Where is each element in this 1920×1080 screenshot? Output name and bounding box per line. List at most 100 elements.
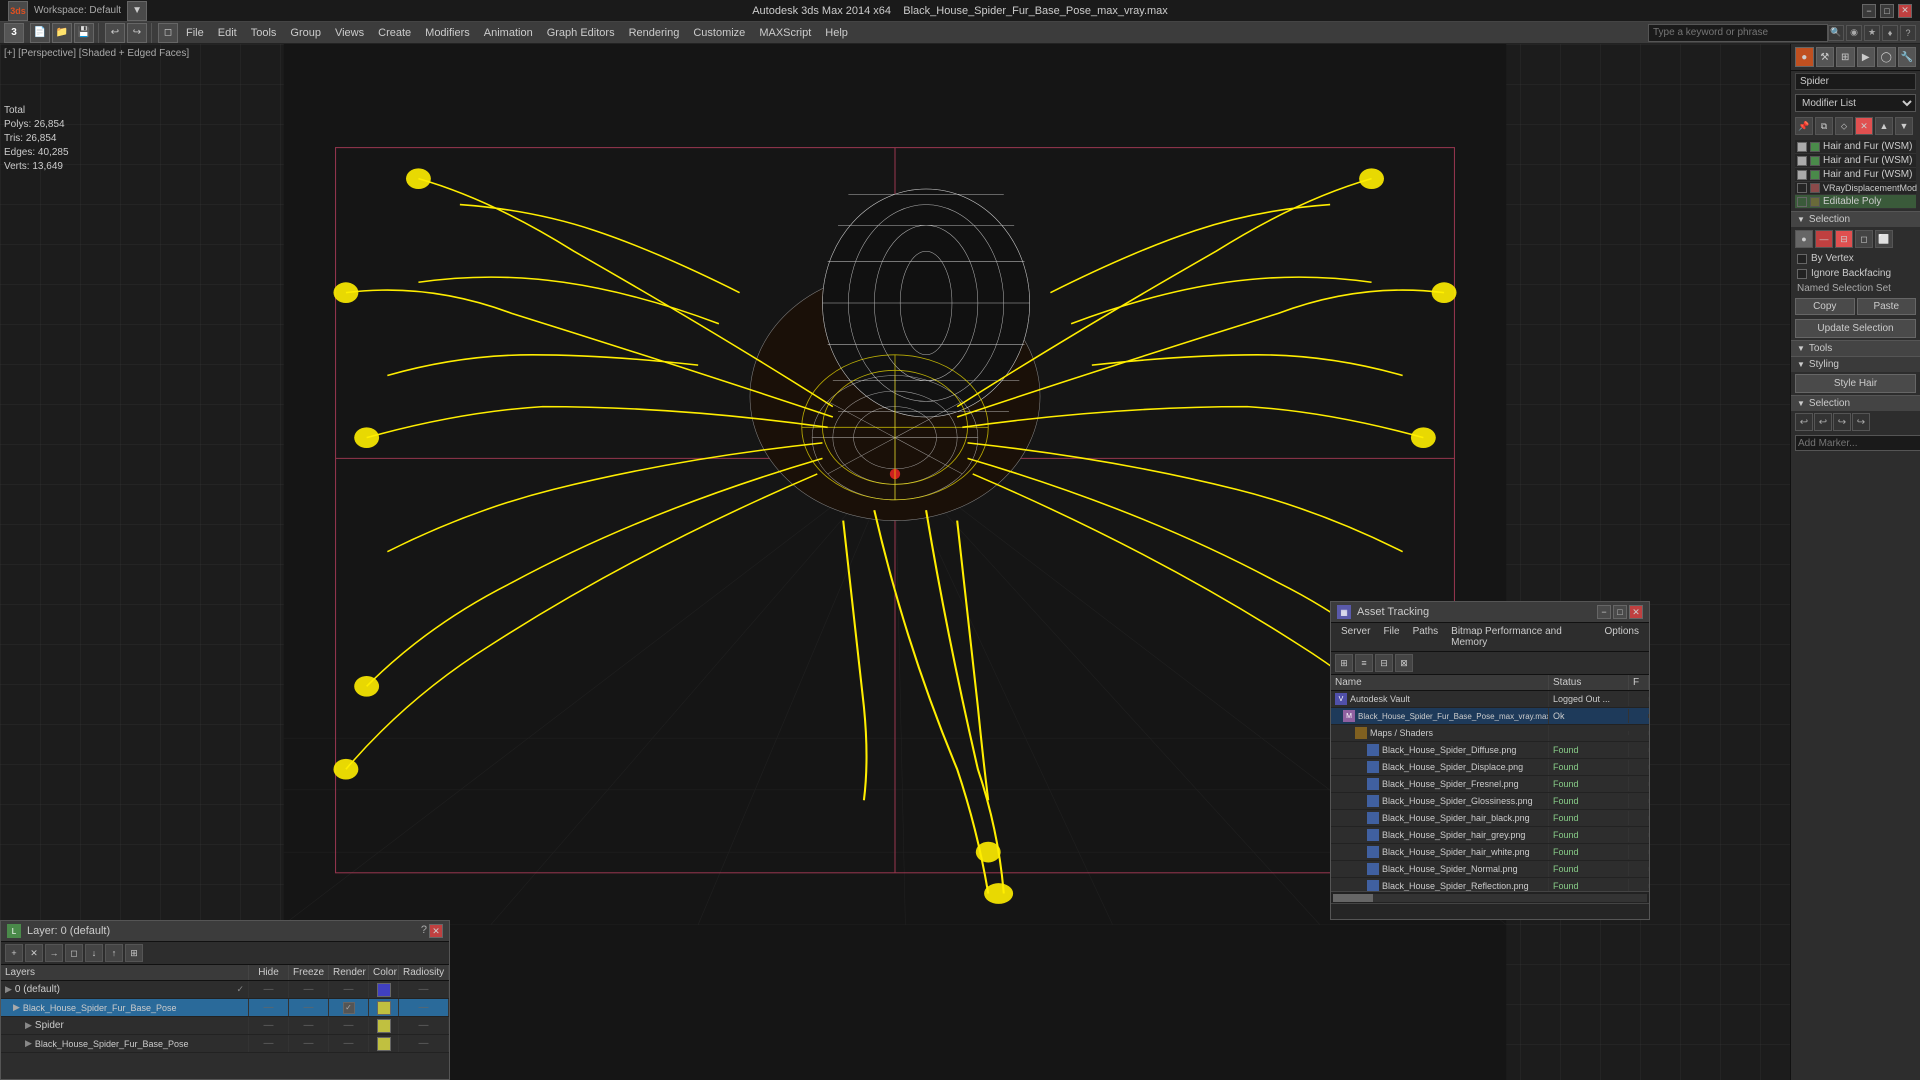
at-row-fresnel[interactable]: Black_House_Spider_Fresnel.png Found bbox=[1331, 776, 1649, 793]
lp-row-default[interactable]: ▶ 0 (default) ✓ — — — — bbox=[1, 981, 449, 999]
modifier-item-0[interactable]: Hair and Fur (WSM) bbox=[1795, 140, 1916, 154]
rp-style-hair-btn[interactable]: Style Hair bbox=[1795, 374, 1916, 393]
lp-select-layer[interactable]: ◻ bbox=[65, 944, 83, 962]
rp-tab-create[interactable]: ● bbox=[1795, 47, 1814, 67]
menu-create[interactable]: Create bbox=[372, 25, 417, 41]
menu-modifiers[interactable]: Modifiers bbox=[419, 25, 476, 41]
at-menu-file[interactable]: File bbox=[1377, 625, 1405, 649]
lp-parent-layer[interactable]: ↑ bbox=[105, 944, 123, 962]
lp-help-btn[interactable]: ? bbox=[421, 924, 427, 938]
at-row-displace[interactable]: Black_House_Spider_Displace.png Found bbox=[1331, 759, 1649, 776]
at-tool4[interactable]: ⊠ bbox=[1395, 654, 1413, 672]
workspace-dropdown[interactable]: ▼ bbox=[127, 1, 147, 21]
modifier-item-4[interactable]: Editable Poly bbox=[1795, 195, 1916, 209]
lp-row-spider-fur2[interactable]: ▶ Black_House_Spider_Fur_Base_Pose — — —… bbox=[1, 1035, 449, 1053]
rp-styling-header[interactable]: ▼ Styling bbox=[1791, 356, 1920, 372]
modifier-cb-4[interactable] bbox=[1797, 197, 1807, 207]
sel-icon-2[interactable]: ↩ bbox=[1814, 413, 1832, 431]
search-option1[interactable]: ◉ bbox=[1846, 25, 1862, 41]
search-input[interactable] bbox=[1648, 24, 1828, 42]
menu-views[interactable]: Views bbox=[329, 25, 370, 41]
rp-selection2-header[interactable]: ▼ Selection bbox=[1791, 395, 1920, 411]
modifier-cb-0[interactable] bbox=[1797, 142, 1807, 152]
select-mode-btn[interactable]: ◻ bbox=[158, 23, 178, 43]
mod-copy-btn[interactable]: ⧉ bbox=[1815, 117, 1833, 135]
by-vertex-cb[interactable] bbox=[1797, 254, 1807, 264]
at-row-diffuse[interactable]: Black_House_Spider_Diffuse.png Found bbox=[1331, 742, 1649, 759]
modifier-item-3[interactable]: VRayDisplacementMod bbox=[1795, 182, 1916, 195]
rp-tab-modify[interactable]: ⚒ bbox=[1816, 47, 1835, 67]
rp-tab-hierarchy[interactable]: ⊞ bbox=[1836, 47, 1855, 67]
menu-edit[interactable]: Edit bbox=[212, 25, 243, 41]
sel-dot-btn[interactable]: ● bbox=[1795, 230, 1813, 248]
mod-pin-btn[interactable]: 📌 bbox=[1795, 117, 1813, 135]
search-option4[interactable]: ? bbox=[1900, 25, 1916, 41]
open-btn[interactable]: 📁 bbox=[52, 23, 72, 43]
layer2-color[interactable] bbox=[377, 1019, 391, 1033]
at-scrollbar[interactable] bbox=[1331, 891, 1649, 903]
at-row-maps[interactable]: Maps / Shaders bbox=[1331, 725, 1649, 742]
rp-paste-btn[interactable]: Paste bbox=[1857, 298, 1917, 315]
mod-move-up-btn[interactable]: ▲ bbox=[1875, 117, 1893, 135]
lp-expand-all[interactable]: ⊞ bbox=[125, 944, 143, 962]
rp-tab-utilities[interactable]: 🔧 bbox=[1898, 47, 1917, 67]
save-btn[interactable]: 💾 bbox=[74, 23, 94, 43]
maximize-btn[interactable]: □ bbox=[1880, 4, 1894, 18]
lp-row-spider[interactable]: ▶ Spider — — — — bbox=[1, 1017, 449, 1035]
lp-new-layer[interactable]: + bbox=[5, 944, 23, 962]
viewport[interactable]: [+] [Perspective] [Shaded + Edged Faces]… bbox=[0, 44, 1790, 1080]
sel-icon-4[interactable]: ↪ bbox=[1852, 413, 1870, 431]
close-btn[interactable]: ✕ bbox=[1898, 4, 1912, 18]
menu-group[interactable]: Group bbox=[284, 25, 327, 41]
rp-modifier-dropdown[interactable]: Modifier List bbox=[1795, 94, 1916, 112]
at-tool1[interactable]: ⊞ bbox=[1335, 654, 1353, 672]
rp-copy-btn[interactable]: Copy bbox=[1795, 298, 1855, 315]
rp-update-selection-btn[interactable]: Update Selection bbox=[1795, 319, 1916, 338]
at-scroll-thumb[interactable] bbox=[1333, 894, 1373, 902]
at-row-maxfile[interactable]: M Black_House_Spider_Fur_Base_Pose_max_v… bbox=[1331, 708, 1649, 725]
menu-tools[interactable]: Tools bbox=[245, 25, 283, 41]
mod-paste-btn[interactable]: ⬦ bbox=[1835, 117, 1853, 135]
at-row-vault[interactable]: V Autodesk Vault Logged Out ... bbox=[1331, 691, 1649, 708]
redo-btn[interactable]: ↪ bbox=[127, 23, 147, 43]
layer0-color[interactable] bbox=[377, 983, 391, 997]
at-tool3[interactable]: ⊟ bbox=[1375, 654, 1393, 672]
sel-elem-btn[interactable]: ⬜ bbox=[1875, 230, 1893, 248]
at-restore-btn[interactable]: □ bbox=[1613, 605, 1627, 619]
at-close-btn[interactable]: ✕ bbox=[1629, 605, 1643, 619]
rp-marker-input[interactable] bbox=[1795, 435, 1920, 451]
mod-delete-btn[interactable]: ✕ bbox=[1855, 117, 1873, 135]
lp-close-btn[interactable]: ✕ bbox=[429, 924, 443, 938]
rp-selection-header[interactable]: ▼ Selection bbox=[1791, 211, 1920, 227]
lp-add-to-layer[interactable]: → bbox=[45, 944, 63, 962]
minimize-btn[interactable]: − bbox=[1862, 4, 1876, 18]
lp-child-layer[interactable]: ↓ bbox=[85, 944, 103, 962]
lp-delete-layer[interactable]: ✕ bbox=[25, 944, 43, 962]
menu-maxscript[interactable]: MAXScript bbox=[753, 25, 817, 41]
at-row-gloss[interactable]: Black_House_Spider_Glossiness.png Found bbox=[1331, 793, 1649, 810]
undo-btn[interactable]: ↩ bbox=[105, 23, 125, 43]
modifier-cb-3[interactable] bbox=[1797, 183, 1807, 193]
at-row-reflection[interactable]: Black_House_Spider_Reflection.png Found bbox=[1331, 878, 1649, 891]
modifier-cb-2[interactable] bbox=[1797, 170, 1807, 180]
sel-edge2-btn[interactable]: ⊟ bbox=[1835, 230, 1853, 248]
mod-move-down-btn[interactable]: ▼ bbox=[1895, 117, 1913, 135]
menu-file[interactable]: File bbox=[180, 25, 210, 41]
lp-row-spider-fur[interactable]: ▶ Black_House_Spider_Fur_Base_Pose — — ✓… bbox=[1, 999, 449, 1017]
modifier-item-1[interactable]: Hair and Fur (WSM) bbox=[1795, 154, 1916, 168]
layer3-color[interactable] bbox=[377, 1037, 391, 1051]
menu-rendering[interactable]: Rendering bbox=[623, 25, 686, 41]
search-btn[interactable]: 🔍 bbox=[1828, 25, 1844, 41]
at-row-normal[interactable]: Black_House_Spider_Normal.png Found bbox=[1331, 861, 1649, 878]
menu-graph-editors[interactable]: Graph Editors bbox=[541, 25, 621, 41]
new-btn[interactable]: 📄 bbox=[30, 23, 50, 43]
search-option3[interactable]: ♦ bbox=[1882, 25, 1898, 41]
layer1-color[interactable] bbox=[377, 1001, 391, 1015]
modifier-item-2[interactable]: Hair and Fur (WSM) bbox=[1795, 168, 1916, 182]
modifier-cb-1[interactable] bbox=[1797, 156, 1807, 166]
rp-tools-header[interactable]: ▼ Tools bbox=[1791, 340, 1920, 356]
at-row-hair-black[interactable]: Black_House_Spider_hair_black.png Found bbox=[1331, 810, 1649, 827]
at-tool2[interactable]: ≡ bbox=[1355, 654, 1373, 672]
rp-tab-display[interactable]: ◯ bbox=[1877, 47, 1896, 67]
rp-tab-motion[interactable]: ▶ bbox=[1857, 47, 1876, 67]
